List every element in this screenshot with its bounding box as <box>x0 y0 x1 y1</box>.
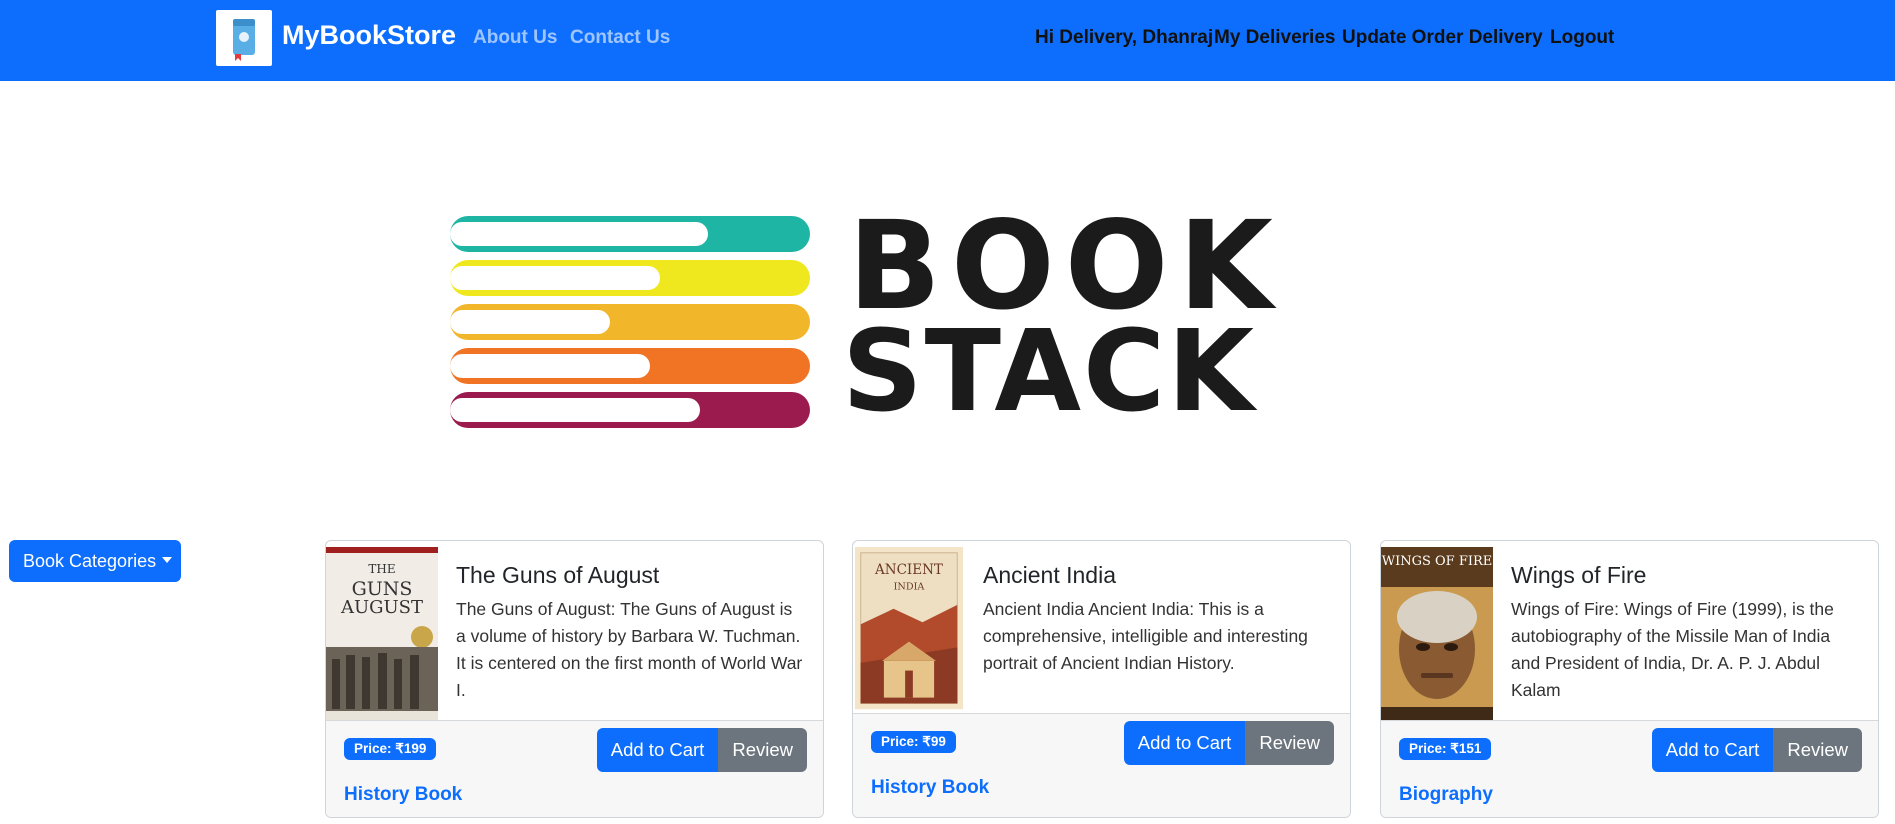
book-title: The Guns of August <box>456 562 660 588</box>
book-card: ANCIENT INDIA Ancient India Ancient Indi… <box>852 540 1351 818</box>
brand-name[interactable]: MyBookStore <box>282 18 456 52</box>
book-stripes-icon <box>450 216 810 428</box>
book-category-link[interactable]: Biography <box>1399 783 1493 807</box>
book-category-link[interactable]: History Book <box>344 783 462 807</box>
nav-contact-us[interactable]: Contact Us <box>570 26 670 50</box>
nav-logout[interactable]: Logout <box>1550 26 1614 50</box>
book-cover-image[interactable]: WINGS OF FIRE <box>1381 547 1493 721</box>
book-card: THE GUNS AUGUST The Guns of August The G… <box>325 540 824 818</box>
nav-about-us[interactable]: About Us <box>473 26 557 50</box>
top-navbar: MyBookStore About Us Contact Us Hi Deliv… <box>0 0 1895 81</box>
card-actions: Add to Cart Review <box>596 728 807 772</box>
book-description: The Guns of August: The Guns of August i… <box>456 599 803 700</box>
book-logo-icon[interactable] <box>216 10 272 66</box>
hero-word-stack: STACK <box>842 307 1257 437</box>
card-footer: Price: ₹99 Add to Cart Review History Bo… <box>853 713 1350 817</box>
book-categories-dropdown[interactable]: Book Categories <box>9 540 181 582</box>
book-cover-image[interactable]: THE GUNS AUGUST <box>326 547 438 721</box>
review-button[interactable]: Review <box>718 728 807 772</box>
caret-down-icon <box>162 557 173 564</box>
nav-my-deliveries[interactable]: My Deliveries <box>1214 26 1335 50</box>
add-to-cart-button[interactable]: Add to Cart <box>596 728 719 772</box>
card-footer: Price: ₹199 Add to Cart Review History B… <box>326 720 823 817</box>
book-categories-label: Book Categories <box>23 551 157 571</box>
book-title: Ancient India <box>983 562 1116 588</box>
price-badge: Price: ₹99 <box>871 731 956 753</box>
user-greeting: Hi Delivery, Dhanraj <box>1035 27 1214 48</box>
card-actions: Add to Cart Review <box>1123 721 1334 765</box>
book-category-link[interactable]: History Book <box>871 776 989 800</box>
nav-update-order-delivery[interactable]: Update Order Delivery <box>1342 26 1543 50</box>
book-stack-logo: BOOK STACK <box>440 200 1440 440</box>
price-badge: Price: ₹151 <box>1399 738 1492 760</box>
book-description: Wings of Fire: Wings of Fire (1999), is … <box>1511 599 1834 700</box>
card-actions: Add to Cart Review <box>1651 728 1862 772</box>
book-card: WINGS OF FIRE Wings of Fire Wings of Fir… <box>1380 540 1879 818</box>
card-footer: Price: ₹151 Add to Cart Review Biography <box>1381 720 1878 817</box>
add-to-cart-button[interactable]: Add to Cart <box>1651 728 1774 772</box>
book-cover-image[interactable]: ANCIENT INDIA <box>853 547 965 715</box>
book-description: Ancient India Ancient India: This is a c… <box>983 599 1308 673</box>
svg-text:ANCIENT: ANCIENT <box>874 562 943 578</box>
svg-text:INDIA: INDIA <box>894 581 926 592</box>
add-to-cart-button[interactable]: Add to Cart <box>1123 721 1246 765</box>
svg-text:WINGS OF FIRE: WINGS OF FIRE <box>1382 554 1493 569</box>
book-title: Wings of Fire <box>1511 562 1647 588</box>
svg-text:THE: THE <box>368 562 395 576</box>
review-button[interactable]: Review <box>1245 721 1334 765</box>
svg-text:AUGUST: AUGUST <box>340 597 423 618</box>
price-badge: Price: ₹199 <box>344 738 437 760</box>
review-button[interactable]: Review <box>1773 728 1862 772</box>
